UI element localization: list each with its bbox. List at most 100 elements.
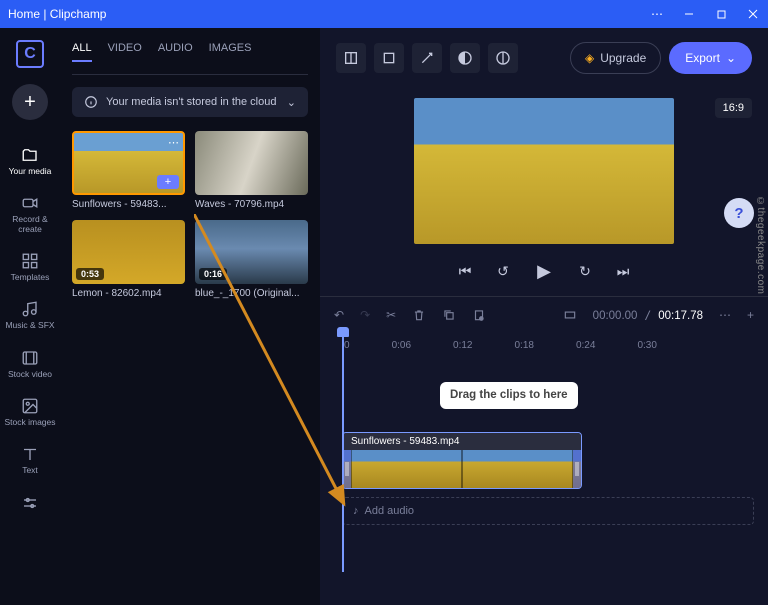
upgrade-button[interactable]: ◈ Upgrade <box>570 42 661 74</box>
paste-button[interactable] <box>472 308 486 322</box>
timeline-tracks[interactable]: Drag the clips to here Sunflowers - 5948… <box>320 358 768 525</box>
export-button[interactable]: Export ⌄ <box>669 42 752 74</box>
ruler-tick: 0:24 <box>576 340 595 351</box>
music-icon: ♪ <box>353 505 359 517</box>
media-item[interactable]: ⋯ + Sunflowers - 59483... <box>72 131 185 210</box>
music-icon <box>21 300 39 318</box>
media-menu-icon[interactable]: ⋯ <box>168 136 179 149</box>
window-titlebar: Home | Clipchamp ⋯ <box>0 0 768 28</box>
skip-start-button[interactable]: ⏮ <box>455 261 475 281</box>
media-filename: blue_-_1700 (Original... <box>195 288 308 299</box>
video-preview[interactable] <box>414 98 674 244</box>
add-audio-label: Add audio <box>365 505 415 517</box>
timeline-toolbar: ↶ ↷ ✂ 00:00.00 / 00:17.78 ⋯ + <box>320 296 768 332</box>
crop-tool-button[interactable] <box>374 43 404 73</box>
help-button[interactable]: ? <box>724 198 754 228</box>
drag-hint-label: Drag the clips to here <box>440 382 578 409</box>
adjust-tool-button[interactable] <box>488 43 518 73</box>
close-icon[interactable] <box>746 7 760 21</box>
sidebar-item-your-media[interactable]: Your media <box>2 140 58 182</box>
skip-end-button[interactable]: ⏭ <box>613 261 633 281</box>
sidebar-label: Music & SFX <box>5 321 54 330</box>
aspect-ratio-button[interactable]: 16:9 <box>715 98 752 118</box>
top-toolbar: ◈ Upgrade Export ⌄ <box>320 28 768 88</box>
maximize-icon[interactable] <box>714 7 728 21</box>
workspace: ◈ Upgrade Export ⌄ 16:9 ⏮ ↺ ▶ ↻ ⏭ ? ↶ ↷ … <box>320 28 768 605</box>
timeline-ruler[interactable]: 0 0:06 0:12 0:18 0:24 0:30 <box>320 332 768 358</box>
timeline-clip[interactable]: Sunflowers - 59483.mp4 <box>342 432 582 489</box>
cloud-storage-notice[interactable]: Your media isn't stored in the cloud ⌄ <box>72 87 308 117</box>
tab-images[interactable]: IMAGES <box>209 42 252 62</box>
tab-audio[interactable]: AUDIO <box>158 42 193 62</box>
clip-filename: Sunflowers - 59483.mp4 <box>343 433 581 450</box>
titlebar-more-icon[interactable]: ⋯ <box>650 7 664 21</box>
media-tabs: ALL VIDEO AUDIO IMAGES <box>72 36 308 75</box>
ruler-tick: 0:06 <box>392 340 411 351</box>
delete-button[interactable] <box>412 308 426 322</box>
clip-handle-right[interactable] <box>573 450 581 488</box>
sidebar-label: Templates <box>11 273 50 282</box>
media-add-button[interactable]: + <box>157 175 179 189</box>
sidebar-label: Stock video <box>8 370 52 379</box>
sidebar-label: Record & create <box>2 215 58 234</box>
sidebar-item-record-create[interactable]: Record & create <box>2 188 58 240</box>
upgrade-label: Upgrade <box>600 51 646 65</box>
sidebar-item-text[interactable]: Text <box>2 439 58 481</box>
diamond-icon: ◈ <box>585 51 594 65</box>
left-sidebar: C + Your media Record & create Templates… <box>0 28 60 605</box>
add-audio-track[interactable]: ♪ Add audio <box>342 497 754 525</box>
zoom-menu-button[interactable]: ⋯ <box>719 308 731 322</box>
media-item[interactable]: 0:16 blue_-_1700 (Original... <box>195 220 308 299</box>
rewind-button[interactable]: ↺ <box>493 261 513 281</box>
ruler-tick: 0 <box>344 340 350 351</box>
play-button[interactable]: ▶ <box>531 258 557 284</box>
undo-button[interactable]: ↶ <box>334 308 344 322</box>
sidebar-item-templates[interactable]: Templates <box>2 246 58 288</box>
info-icon <box>84 95 98 109</box>
sidebar-item-stock-video[interactable]: Stock video <box>2 343 58 385</box>
add-media-button[interactable]: + <box>12 84 48 120</box>
timecode-display: 00:00.00 / 00:17.78 <box>593 308 703 322</box>
app-logo: C <box>16 40 44 68</box>
media-panel: ALL VIDEO AUDIO IMAGES Your media isn't … <box>60 28 320 605</box>
media-duration: 0:16 <box>199 268 227 280</box>
chevron-down-icon: ⌄ <box>726 51 736 65</box>
playhead[interactable] <box>342 332 344 572</box>
magic-tool-button[interactable] <box>412 43 442 73</box>
media-item[interactable]: 0:53 Lemon - 82602.mp4 <box>72 220 185 299</box>
media-filename: Lemon - 82602.mp4 <box>72 288 185 299</box>
sidebar-item-music-sfx[interactable]: Music & SFX <box>2 294 58 336</box>
export-label: Export <box>685 51 720 65</box>
window-title: Home | Clipchamp <box>8 7 650 21</box>
cut-button[interactable]: ✂ <box>386 308 396 322</box>
preview-area: 16:9 ⏮ ↺ ▶ ↻ ⏭ <box>320 88 768 284</box>
playback-controls: ⏮ ↺ ▶ ↻ ⏭ <box>455 258 633 284</box>
chevron-down-icon: ⌄ <box>287 96 296 109</box>
sidebar-label: Text <box>22 466 38 475</box>
sidebar-item-more[interactable] <box>2 488 58 518</box>
redo-button[interactable]: ↷ <box>360 308 370 322</box>
clip-handle-left[interactable] <box>343 450 351 488</box>
ruler-tick: 0:30 <box>637 340 656 351</box>
grid-icon <box>21 252 39 270</box>
film-icon <box>21 349 39 367</box>
ruler-tick: 0:18 <box>515 340 534 351</box>
zoom-fit-button[interactable] <box>563 308 577 322</box>
sidebar-item-stock-images[interactable]: Stock images <box>2 391 58 433</box>
contrast-tool-button[interactable] <box>450 43 480 73</box>
tab-all[interactable]: ALL <box>72 42 92 62</box>
forward-button[interactable]: ↻ <box>575 261 595 281</box>
cloud-notice-text: Your media isn't stored in the cloud <box>106 96 276 108</box>
sliders-icon <box>21 494 39 512</box>
add-track-button[interactable]: + <box>747 308 754 322</box>
sidebar-label: Your media <box>9 167 52 176</box>
media-filename: Sunflowers - 59483... <box>72 199 185 210</box>
folder-icon <box>21 146 39 164</box>
tab-video[interactable]: VIDEO <box>108 42 142 62</box>
ruler-tick: 0:12 <box>453 340 472 351</box>
media-duration: 0:53 <box>76 268 104 280</box>
copy-button[interactable] <box>442 308 456 322</box>
minimize-icon[interactable] <box>682 7 696 21</box>
media-item[interactable]: Waves - 70796.mp4 <box>195 131 308 210</box>
layout-tool-button[interactable] <box>336 43 366 73</box>
